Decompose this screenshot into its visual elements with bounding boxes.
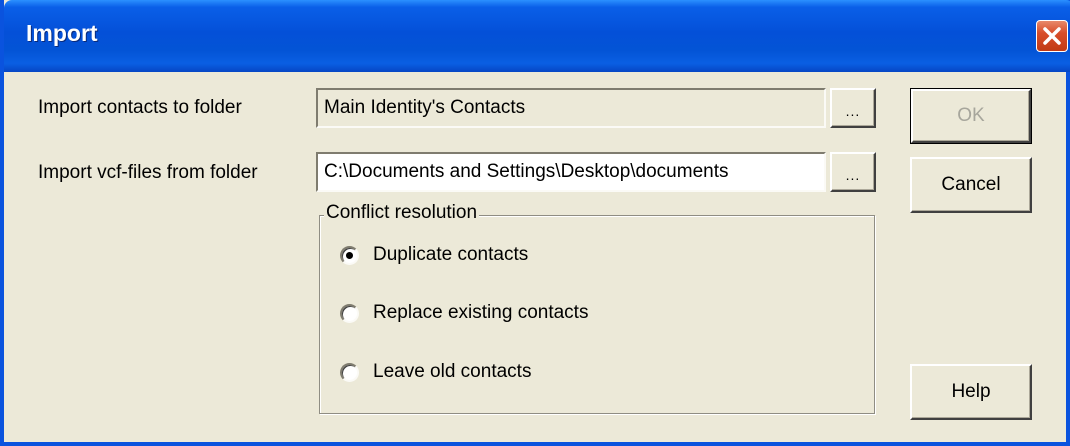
ok-button-label: OK: [911, 89, 1031, 143]
radio-label: Replace existing contacts: [373, 302, 589, 323]
import-dialog: Import Import contacts to folder Main Id…: [0, 0, 1070, 446]
help-button[interactable]: Help: [910, 364, 1032, 420]
radio-label: Leave old contacts: [373, 361, 532, 382]
folder-label: Import contacts to folder: [38, 97, 242, 118]
close-button[interactable]: [1036, 20, 1068, 52]
cancel-button[interactable]: Cancel: [910, 157, 1032, 213]
radio-leave-old[interactable]: Leave old contacts: [340, 361, 531, 383]
window-title: Import: [26, 20, 98, 46]
title-bar[interactable]: Import: [4, 0, 1070, 72]
vcf-folder-input[interactable]: C:\Documents and Settings\Desktop\docume…: [316, 152, 826, 192]
folder-field[interactable]: Main Identity's Contacts: [316, 88, 826, 128]
radio-button[interactable]: [340, 245, 359, 265]
conflict-resolution-legend: Conflict resolution: [324, 202, 480, 224]
folder-browse-button[interactable]: ...: [830, 88, 876, 128]
close-icon: [1043, 27, 1061, 45]
radio-button[interactable]: [340, 303, 359, 323]
vcf-browse-button[interactable]: ...: [830, 152, 876, 192]
vcf-folder-label: Import vcf-files from folder: [38, 162, 258, 183]
radio-replace-existing[interactable]: Replace existing contacts: [340, 302, 588, 324]
radio-button[interactable]: [340, 362, 359, 382]
radio-duplicate-contacts[interactable]: Duplicate contacts: [340, 244, 528, 266]
radio-label: Duplicate contacts: [373, 244, 529, 265]
ok-button[interactable]: OK: [910, 88, 1032, 144]
radio-selected-dot: [346, 251, 353, 259]
